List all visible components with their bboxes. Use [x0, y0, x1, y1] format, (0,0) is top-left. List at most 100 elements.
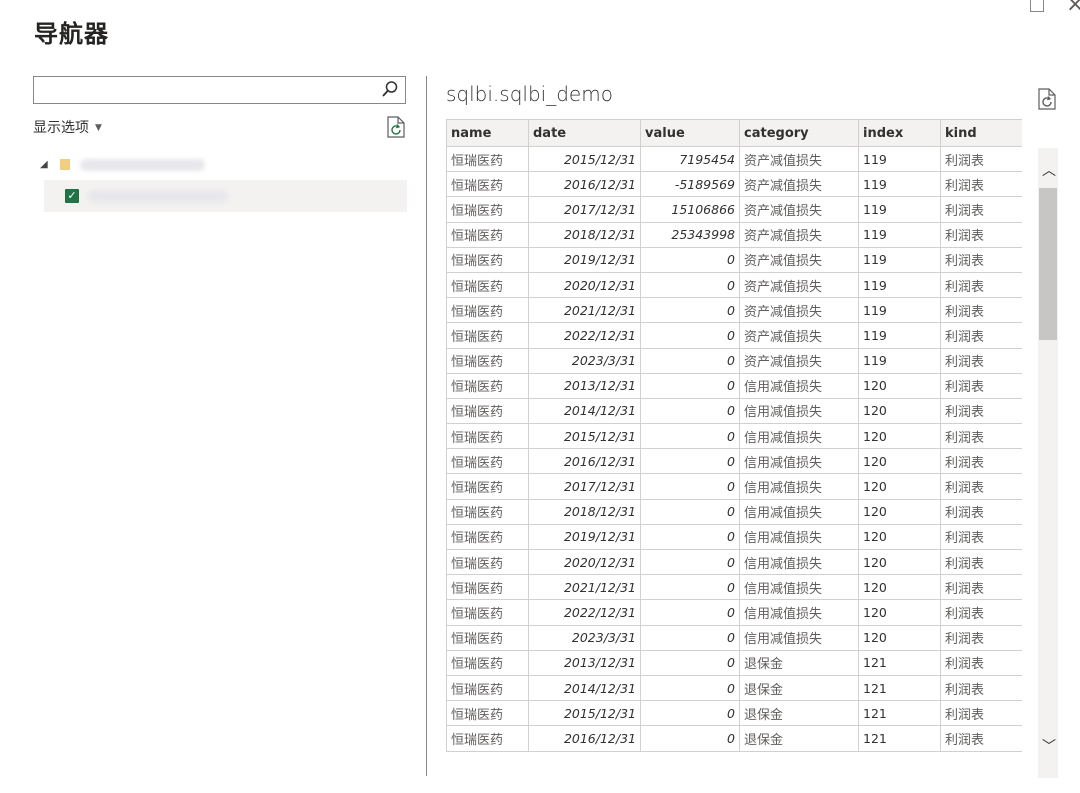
- cell-name: 恒瑞医药: [446, 297, 529, 324]
- cell-name: 恒瑞医药: [446, 145, 529, 173]
- cell-kind: 利润表: [940, 498, 1022, 525]
- table-row: 恒瑞医药 2013/12/31 0 信用减值损失 120 利润表: [446, 372, 1022, 399]
- cell-kind: 利润表: [940, 423, 1022, 450]
- cell-value: 0: [640, 674, 740, 702]
- table-row: 恒瑞医药 2015/12/31 7195454 资产减值损失 119 利润表: [446, 145, 1022, 173]
- cell-value: -5189569: [640, 171, 740, 198]
- cell-value: 0: [640, 523, 740, 551]
- cell-date: 2019/12/31: [528, 523, 641, 551]
- cell-kind: 利润表: [940, 574, 1022, 601]
- cell-category: 资产减值损失: [739, 322, 859, 349]
- cell-category: 资产减值损失: [739, 246, 859, 273]
- cell-category: 资产减值损失: [739, 297, 859, 324]
- cell-category: 资产减值损失: [739, 347, 859, 374]
- cell-category: 信用减值损失: [739, 624, 859, 651]
- table-row: 恒瑞医药 2023/3/31 0 资产减值损失 119 利润表: [446, 347, 1022, 374]
- cell-kind: 利润表: [940, 700, 1022, 727]
- cell-category: 信用减值损失: [739, 548, 859, 576]
- cell-kind: 利润表: [940, 196, 1022, 223]
- cell-date: 2022/12/31: [528, 322, 641, 349]
- table-row: 恒瑞医药 2014/12/31 0 信用减值损失 120 利润表: [446, 397, 1022, 425]
- cell-date: 2023/3/31: [528, 347, 641, 374]
- cell-category: 资产减值损失: [739, 221, 859, 248]
- table-row: 恒瑞医药 2017/12/31 15106866 资产减值损失 119 利润表: [446, 196, 1022, 223]
- pane-splitter[interactable]: [426, 76, 427, 776]
- table-row: 恒瑞医药 2018/12/31 25343998 资产减值损失 119 利润表: [446, 221, 1022, 248]
- cell-name: 恒瑞医药: [446, 171, 529, 198]
- table-row: 恒瑞医药 2019/12/31 0 信用减值损失 120 利润表: [446, 523, 1022, 551]
- table-row: 恒瑞医药 2017/12/31 0 信用减值损失 120 利润表: [446, 473, 1022, 500]
- chevron-down-icon: ▼: [95, 123, 102, 133]
- column-header[interactable]: name: [446, 119, 529, 147]
- tree-node-database[interactable]: ◢: [40, 157, 240, 175]
- vertical-scrollbar[interactable]: ︿ ﹀: [1038, 148, 1058, 778]
- column-header[interactable]: date: [528, 119, 641, 147]
- cell-name: 恒瑞医药: [446, 473, 529, 500]
- cell-date: 2017/12/31: [528, 196, 641, 223]
- refresh-icon[interactable]: [1037, 88, 1057, 110]
- column-header[interactable]: kind: [940, 119, 1022, 147]
- cell-value: 0: [640, 725, 740, 752]
- cell-kind: 利润表: [940, 523, 1022, 551]
- scrollbar-thumb[interactable]: [1039, 188, 1057, 340]
- cell-kind: 利润表: [940, 246, 1022, 273]
- display-options-dropdown[interactable]: 显示选项 ▼: [33, 117, 102, 137]
- cell-kind: 利润表: [940, 473, 1022, 500]
- table-row: 恒瑞医药 2023/3/31 0 信用减值损失 120 利润表: [446, 624, 1022, 651]
- search-icon[interactable]: [381, 80, 399, 98]
- close-icon[interactable]: ×: [1066, 0, 1080, 16]
- cell-value: 0: [640, 297, 740, 324]
- column-header[interactable]: value: [640, 119, 740, 147]
- cell-kind: 利润表: [940, 624, 1022, 651]
- cell-index: 119: [858, 347, 941, 374]
- table-row: 恒瑞医药 2015/12/31 0 信用减值损失 120 利润表: [446, 423, 1022, 450]
- cell-value: 0: [640, 473, 740, 500]
- folder-icon: [60, 159, 70, 170]
- refresh-icon[interactable]: [386, 116, 406, 138]
- cell-date: 2020/12/31: [528, 271, 641, 299]
- cell-date: 2015/12/31: [528, 423, 641, 450]
- tree-node-table-selected[interactable]: ✓: [44, 180, 407, 212]
- cell-index: 119: [858, 171, 941, 198]
- cell-name: 恒瑞医药: [446, 372, 529, 399]
- chevron-up-icon[interactable]: ︿: [1042, 160, 1056, 180]
- cell-index: 119: [858, 322, 941, 349]
- table-checkbox[interactable]: ✓: [65, 189, 79, 203]
- cell-kind: 利润表: [940, 397, 1022, 425]
- cell-value: 25343998: [640, 221, 740, 248]
- maximize-icon[interactable]: [1030, 0, 1044, 12]
- column-header[interactable]: index: [858, 119, 941, 147]
- table-header-row: name date value category index kind: [446, 119, 1022, 147]
- cell-name: 恒瑞医药: [446, 246, 529, 273]
- cell-date: 2017/12/31: [528, 473, 641, 500]
- search-input[interactable]: [33, 76, 406, 104]
- cell-date: 2019/12/31: [528, 246, 641, 273]
- cell-value: 7195454: [640, 145, 740, 173]
- cell-date: 2015/12/31: [528, 145, 641, 173]
- cell-kind: 利润表: [940, 221, 1022, 248]
- table-row: 恒瑞医药 2022/12/31 0 资产减值损失 119 利润表: [446, 322, 1022, 349]
- cell-date: 2013/12/31: [528, 649, 641, 676]
- cell-date: 2020/12/31: [528, 548, 641, 576]
- cell-index: 119: [858, 221, 941, 248]
- cell-name: 恒瑞医药: [446, 523, 529, 551]
- cell-kind: 利润表: [940, 271, 1022, 299]
- cell-date: 2015/12/31: [528, 700, 641, 727]
- cell-category: 信用减值损失: [739, 423, 859, 450]
- cell-index: 120: [858, 624, 941, 651]
- cell-date: 2023/3/31: [528, 624, 641, 651]
- cell-name: 恒瑞医药: [446, 624, 529, 651]
- cell-index: 121: [858, 700, 941, 727]
- table-row: 恒瑞医药 2018/12/31 0 信用减值损失 120 利润表: [446, 498, 1022, 525]
- expand-arrow-icon[interactable]: ◢: [40, 159, 48, 170]
- cell-value: 0: [640, 574, 740, 601]
- cell-value: 0: [640, 649, 740, 676]
- cell-kind: 利润表: [940, 297, 1022, 324]
- cell-category: 资产减值损失: [739, 271, 859, 299]
- column-header[interactable]: category: [739, 119, 859, 147]
- cell-date: 2016/12/31: [528, 448, 641, 475]
- chevron-down-icon[interactable]: ﹀: [1042, 736, 1056, 756]
- table-row: 恒瑞医药 2016/12/31 0 退保金 121 利润表: [446, 725, 1022, 752]
- cell-category: 信用减值损失: [739, 574, 859, 601]
- cell-index: 120: [858, 498, 941, 525]
